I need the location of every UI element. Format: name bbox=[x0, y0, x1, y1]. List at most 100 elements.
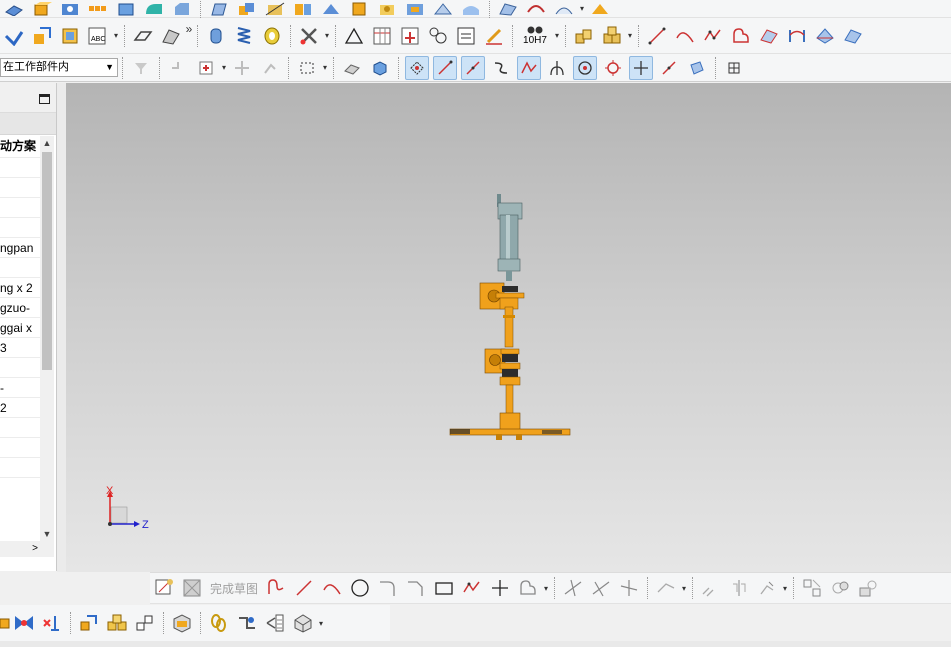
navigator-row[interactable] bbox=[0, 458, 40, 478]
chevron-down-icon[interactable]: ▾ bbox=[553, 31, 561, 40]
chain-icon[interactable] bbox=[207, 611, 231, 635]
base-arm[interactable] bbox=[449, 412, 571, 440]
navigator-row[interactable] bbox=[0, 158, 40, 178]
relation-icon[interactable] bbox=[856, 576, 880, 600]
snap-point-icon[interactable] bbox=[258, 56, 282, 80]
scroll-thumb[interactable] bbox=[42, 152, 52, 370]
line-icon[interactable] bbox=[645, 24, 669, 48]
navigator-row[interactable] bbox=[0, 438, 40, 458]
chevron-down-icon[interactable]: ▾ bbox=[321, 63, 329, 72]
main-shaft[interactable] bbox=[504, 306, 514, 348]
wave-icon[interactable] bbox=[263, 611, 287, 635]
dimension-icon[interactable] bbox=[800, 576, 824, 600]
trim-curve-icon[interactable] bbox=[813, 24, 837, 48]
point-icon[interactable] bbox=[488, 576, 512, 600]
intersection-icon[interactable] bbox=[601, 56, 625, 80]
profile-icon[interactable] bbox=[264, 576, 288, 600]
navigator-row[interactable] bbox=[0, 178, 40, 198]
navigator-horizontal-scrollbar[interactable]: > bbox=[0, 541, 54, 557]
model-canvas[interactable]: X Z bbox=[66, 83, 951, 572]
offset-curve-icon[interactable] bbox=[654, 576, 678, 600]
shaded-icon[interactable] bbox=[368, 56, 392, 80]
curve-intersection-icon[interactable] bbox=[489, 56, 513, 80]
chamfer-icon[interactable] bbox=[404, 576, 428, 600]
arc-icon[interactable] bbox=[673, 24, 697, 48]
triangle-icon[interactable] bbox=[342, 24, 366, 48]
gear-wheel-icon[interactable] bbox=[260, 24, 284, 48]
tools-icon[interactable] bbox=[297, 24, 321, 48]
selection-scope-dropdown[interactable]: 在工作部件内 ▼ bbox=[0, 58, 118, 77]
component-icon[interactable] bbox=[0, 611, 10, 635]
cylinder-icon[interactable] bbox=[204, 24, 228, 48]
navigator-row[interactable] bbox=[0, 218, 40, 238]
scroll-down-icon[interactable]: ▼ bbox=[40, 527, 54, 541]
surface-point-icon[interactable] bbox=[657, 56, 681, 80]
block-icon[interactable] bbox=[572, 24, 596, 48]
relation-icon[interactable] bbox=[828, 576, 852, 600]
surface-point-icon[interactable] bbox=[685, 56, 709, 80]
scroll-up-icon[interactable]: ▲ bbox=[40, 136, 54, 150]
box-select-icon[interactable] bbox=[295, 56, 319, 80]
make-corner-icon[interactable] bbox=[617, 576, 641, 600]
chevron-down-icon[interactable]: ▾ bbox=[680, 584, 688, 593]
weld-icon[interactable] bbox=[482, 24, 506, 48]
link-icon[interactable] bbox=[235, 611, 259, 635]
navigator-row[interactable]: 3 bbox=[0, 338, 40, 358]
note-icon[interactable] bbox=[454, 24, 478, 48]
explode-icon[interactable] bbox=[77, 611, 101, 635]
move-icon[interactable] bbox=[2, 24, 26, 48]
pneumatic-cylinder[interactable] bbox=[497, 194, 523, 281]
navigator-vertical-scrollbar[interactable]: ▲ ▼ bbox=[40, 136, 54, 541]
snap-cursor-icon[interactable] bbox=[194, 56, 218, 80]
navigator-row[interactable]: gzuo- bbox=[0, 298, 40, 318]
fillet-icon[interactable] bbox=[376, 576, 400, 600]
chevron-down-icon[interactable]: ▾ bbox=[542, 584, 550, 593]
sketch-icon[interactable] bbox=[152, 576, 176, 600]
sketch-surface-icon[interactable]: ABC bbox=[86, 24, 110, 48]
spring-icon[interactable] bbox=[232, 24, 256, 48]
replace-icon[interactable] bbox=[105, 611, 129, 635]
circle-icon[interactable] bbox=[348, 576, 372, 600]
edit-icon[interactable] bbox=[398, 24, 422, 48]
scroll-right-icon[interactable]: > bbox=[32, 541, 38, 557]
constraint-icon[interactable] bbox=[755, 576, 779, 600]
blocks-icon[interactable] bbox=[600, 24, 624, 48]
navigator-row[interactable]: ngpan bbox=[0, 238, 40, 258]
lower-gearbox[interactable] bbox=[484, 348, 521, 386]
control-point-icon[interactable] bbox=[461, 55, 485, 80]
mirror-curve-icon[interactable] bbox=[727, 576, 751, 600]
offset-curve-icon[interactable] bbox=[841, 24, 865, 48]
box-icon[interactable] bbox=[170, 611, 194, 635]
bridge-icon[interactable] bbox=[785, 24, 809, 48]
midpoint-icon[interactable] bbox=[433, 55, 457, 80]
spline-icon[interactable] bbox=[701, 24, 725, 48]
navigator-row[interactable]: - bbox=[0, 378, 40, 398]
maximize-icon[interactable] bbox=[39, 94, 50, 104]
navigator-row[interactable] bbox=[0, 418, 40, 438]
clearance-icon[interactable] bbox=[291, 611, 315, 635]
assembly-constraint-icon[interactable] bbox=[12, 611, 36, 635]
snap-point-icon[interactable] bbox=[166, 56, 190, 80]
quadrant-icon[interactable] bbox=[545, 56, 569, 80]
finish-sketch-icon[interactable] bbox=[180, 576, 204, 600]
fit-icon[interactable]: 10H7 bbox=[519, 24, 551, 48]
studio-spline-icon[interactable] bbox=[516, 576, 540, 600]
navigator-row[interactable] bbox=[0, 198, 40, 218]
line-icon[interactable] bbox=[131, 24, 155, 48]
quick-extend-icon[interactable] bbox=[589, 576, 613, 600]
table-icon[interactable] bbox=[58, 24, 82, 48]
arc-icon[interactable] bbox=[320, 576, 344, 600]
chevron-down-icon[interactable]: ▾ bbox=[112, 31, 120, 40]
chevron-down-icon[interactable]: ▾ bbox=[781, 584, 789, 593]
polygon-icon[interactable] bbox=[460, 576, 484, 600]
center-icon[interactable] bbox=[573, 55, 597, 80]
move-component-icon[interactable] bbox=[40, 611, 64, 635]
navigator-row[interactable] bbox=[0, 358, 40, 378]
chevron-down-icon[interactable]: ▾ bbox=[317, 619, 325, 628]
finish-sketch-label[interactable]: 完成草图 bbox=[210, 580, 258, 597]
grid-icon[interactable] bbox=[722, 56, 746, 80]
chevron-down-icon[interactable]: ▾ bbox=[323, 31, 331, 40]
curve-icon[interactable] bbox=[757, 24, 781, 48]
chevron-down-icon[interactable]: ▾ bbox=[578, 4, 586, 13]
navigator-row[interactable] bbox=[0, 258, 40, 278]
